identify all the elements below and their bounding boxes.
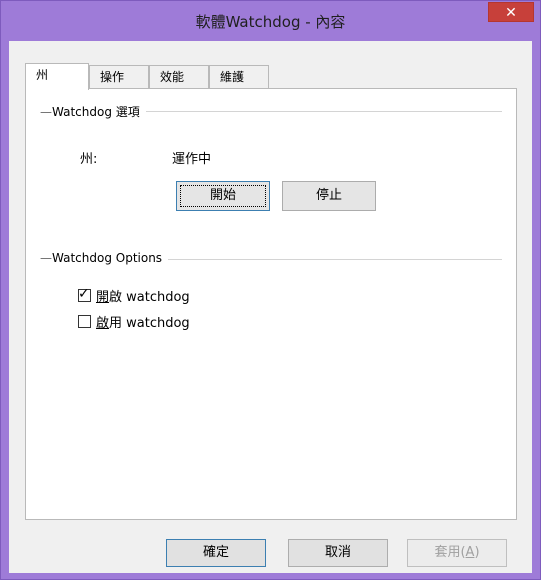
enable-watchdog-label: 開啟 watchdog xyxy=(96,286,190,305)
apply-prefix: 套用( xyxy=(434,545,466,560)
group-watchdog-options-en: —Watchdog Options xyxy=(40,251,502,265)
group-title-text: Watchdog Options xyxy=(52,251,163,265)
dialog-client-area: 州 操作 效能 維護 —Watchdog 選項 州: 運作中 開始 停止 —Wa… xyxy=(9,41,532,573)
state-value: 運作中 xyxy=(172,152,212,167)
apply-button[interactable]: 套用(A) xyxy=(407,539,507,567)
group-title-text: Watchdog 選項 xyxy=(52,105,140,119)
cancel-button[interactable]: 取消 xyxy=(288,539,388,567)
ok-button[interactable]: 確定 xyxy=(166,539,266,567)
stop-button-label: 停止 xyxy=(315,188,342,203)
apply-suffix: ) xyxy=(474,545,480,560)
start-button[interactable]: 開始 xyxy=(176,181,270,211)
use-watchdog-label: 啟用 watchdog xyxy=(96,312,190,331)
apply-button-label: 套用(A) xyxy=(434,545,479,560)
title-bar[interactable]: 軟體Watchdog - 內容 ✕ xyxy=(1,1,540,41)
ok-button-label: 確定 xyxy=(202,545,229,560)
group-title: —Watchdog Options xyxy=(40,251,169,265)
tab-state[interactable]: 州 xyxy=(25,63,89,90)
group-title-dash: — xyxy=(40,251,52,265)
tab-actions[interactable]: 操作 xyxy=(89,65,149,89)
tab-maintenance[interactable]: 維護 xyxy=(209,65,269,89)
tab-strip: 州 操作 效能 維護 xyxy=(25,63,269,90)
focus-rect xyxy=(180,185,266,207)
use-watchdog-checkbox[interactable]: 啟用 watchdog xyxy=(78,312,190,331)
close-icon: ✕ xyxy=(505,5,517,21)
group-watchdog-options-zh: —Watchdog 選項 xyxy=(40,103,502,120)
close-button[interactable]: ✕ xyxy=(488,2,534,22)
dialog-window: 軟體Watchdog - 內容 ✕ 州 操作 效能 維護 —Watchdog 選… xyxy=(0,0,541,580)
checkbox-box[interactable] xyxy=(78,314,91,328)
access-key: 開 xyxy=(96,289,110,305)
cancel-button-label: 取消 xyxy=(324,545,351,560)
label-rest: 用 watchdog xyxy=(109,315,190,331)
checkbox-box[interactable]: ✓ xyxy=(78,285,91,302)
state-label: 州: xyxy=(80,152,98,167)
group-title-dash: — xyxy=(40,105,52,119)
stop-button[interactable]: 停止 xyxy=(282,181,376,211)
group-title: —Watchdog 選項 xyxy=(40,103,146,120)
access-key: 啟 xyxy=(96,315,110,331)
tab-panel: —Watchdog 選項 州: 運作中 開始 停止 —Watchdog Opti… xyxy=(25,88,517,520)
label-rest: 啟 watchdog xyxy=(109,289,190,305)
tab-performance[interactable]: 效能 xyxy=(149,65,209,89)
enable-watchdog-checkbox[interactable]: ✓ 開啟 watchdog xyxy=(78,285,190,305)
window-title: 軟體Watchdog - 內容 xyxy=(195,13,346,31)
checkmark-icon: ✓ xyxy=(78,285,90,302)
